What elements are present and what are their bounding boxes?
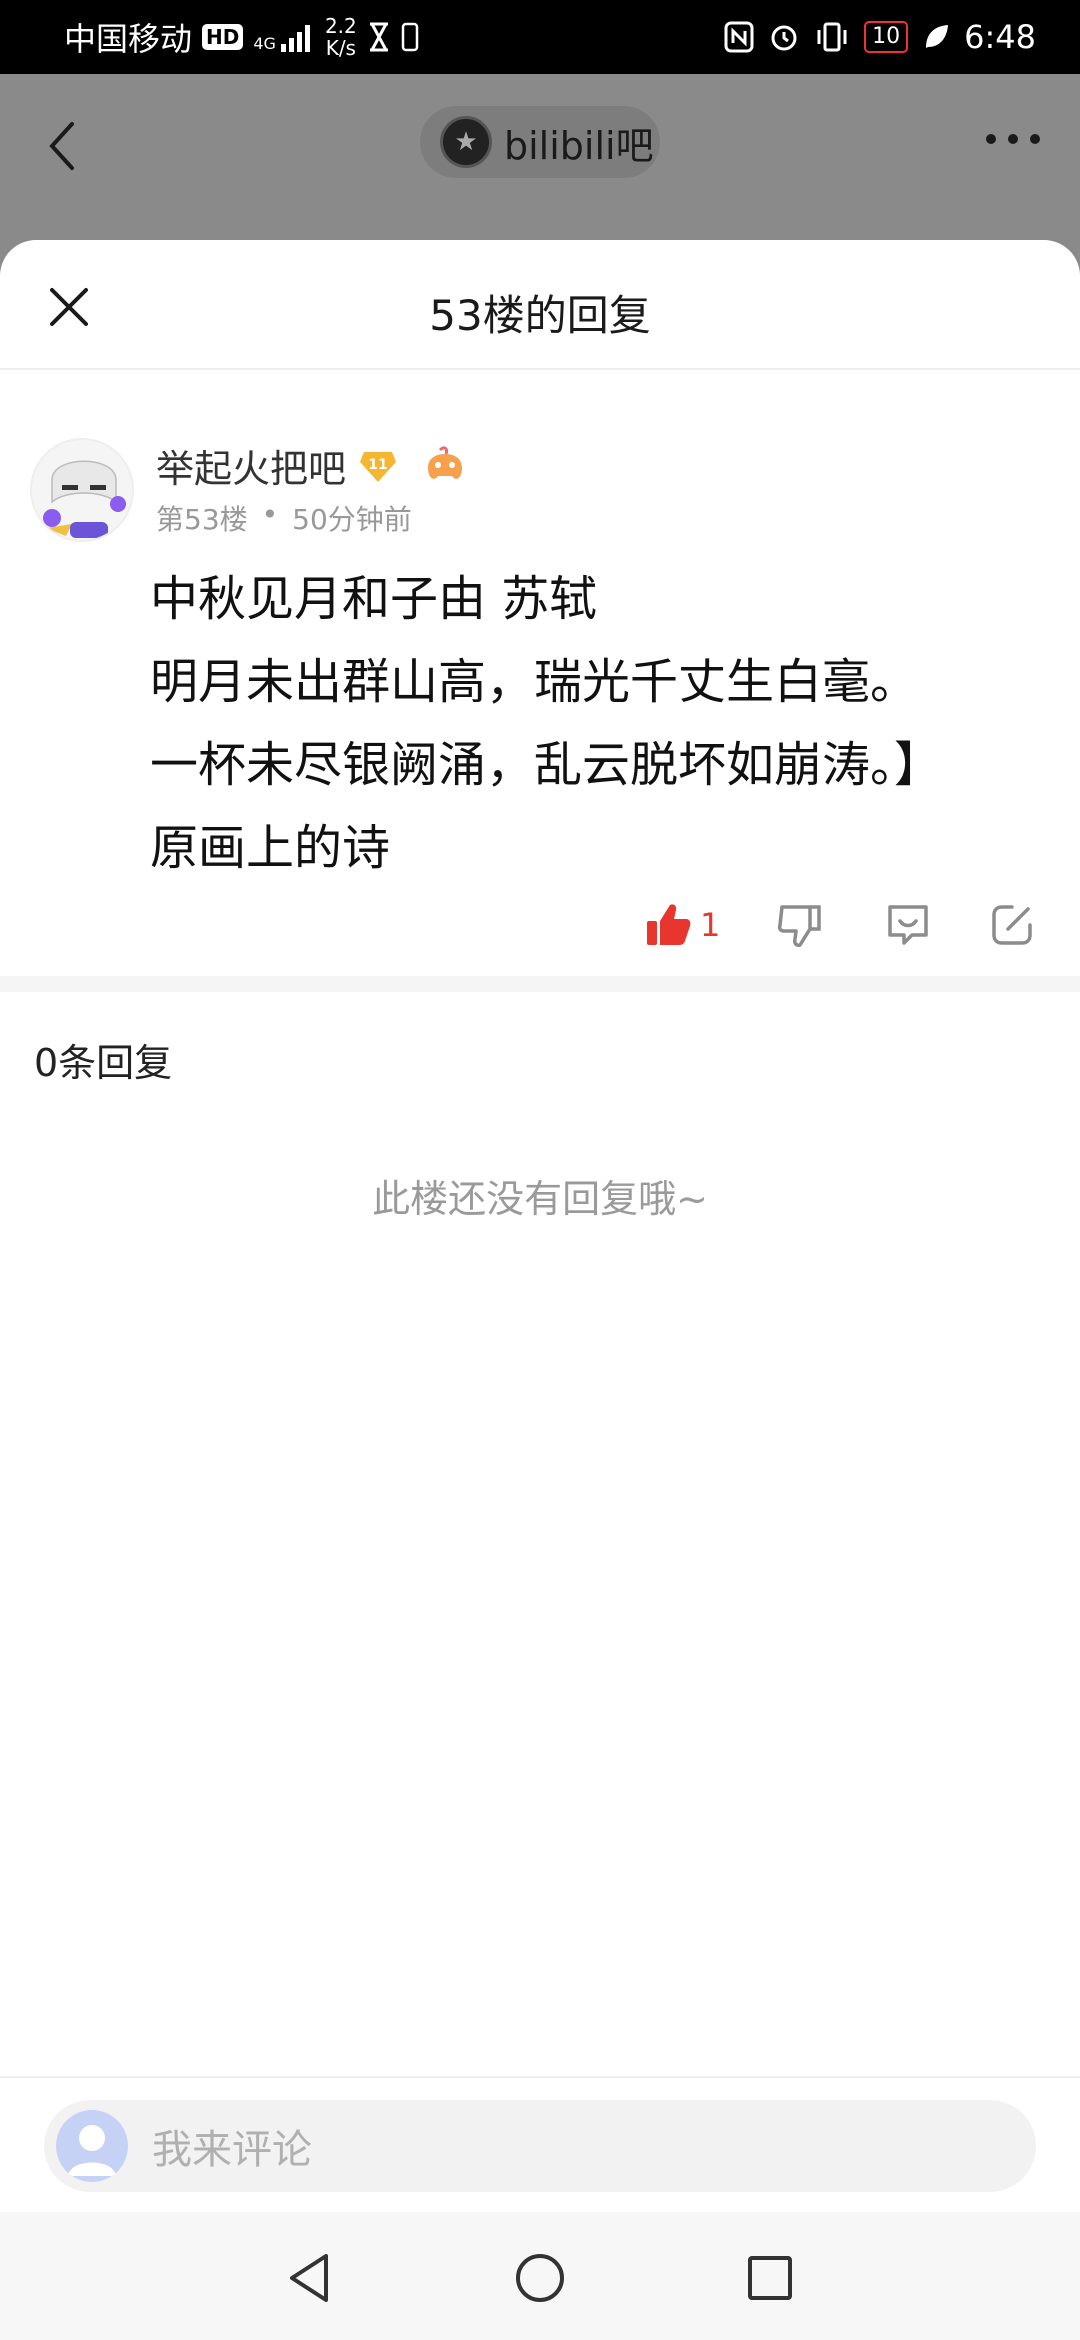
hd-badge: HD — [202, 24, 244, 50]
hourglass-icon — [369, 22, 388, 52]
signal-icon — [280, 25, 310, 52]
status-bar: 中国移动 HD 4G 2.2 K/s 10 6:48 — [0, 0, 1080, 74]
level-badge-icon: 11 — [360, 451, 397, 482]
like-button[interactable]: 1 — [644, 890, 720, 960]
carrier-label: 中国移动 — [64, 20, 193, 58]
post-content: 中秋见月和子由 苏轼 明月未出群山高，瑞光千丈生白毫。 一杯未尽银阙涌，乱云脱坏… — [150, 571, 943, 876]
reply-button[interactable] — [884, 890, 932, 960]
reply-sheet: 53楼的回复 举起火把吧 11 第53楼 • 50分钟前 中秋见月和子由 苏轼 … — [0, 240, 1080, 2340]
status-left: 中国移动 HD 4G 2.2 K/s — [64, 14, 419, 60]
reply-icon — [888, 905, 928, 945]
signal-network: 4G — [253, 22, 315, 52]
game-badge-icon — [428, 445, 463, 479]
avatar-illustration — [43, 460, 126, 538]
dislike-icon — [777, 905, 821, 947]
section-divider — [0, 976, 1080, 992]
power-saving-leaf-icon — [926, 25, 949, 48]
empty-replies-text: 此楼还没有回复哦~ — [372, 1177, 708, 1221]
nfc-icon — [724, 21, 754, 53]
vibrate-icon — [817, 22, 847, 52]
comment-placeholder: 我来评论 — [152, 2127, 312, 2173]
net-speed-unit: K/s — [325, 36, 356, 60]
forum-avatar-icon: ★ — [440, 116, 492, 168]
network-type-label: 4G — [253, 34, 276, 53]
status-right: 10 6:48 — [724, 14, 1036, 60]
sheet-title: 53楼的回复 — [429, 291, 651, 340]
nav-home-icon[interactable] — [508, 2246, 572, 2310]
nav-back-icon[interactable] — [278, 2246, 342, 2310]
comment-bar: 我来评论 — [0, 2076, 1080, 2212]
alarm-icon — [771, 25, 797, 51]
back-icon[interactable] — [42, 116, 82, 176]
like-count: 1 — [700, 906, 721, 944]
level-badge-text: 11 — [368, 457, 387, 473]
net-speed-value: 2.2 — [324, 14, 357, 38]
post-meta: 第53楼 • 50分钟前 — [156, 498, 412, 538]
app-root: 中国移动 HD 4G 2.2 K/s 10 6:48 ★ bilibili吧 5… — [0, 0, 1080, 2340]
username-row: 举起火把吧 11 — [156, 438, 468, 493]
username[interactable]: 举起火把吧 — [156, 438, 346, 493]
post-actions: 1 — [0, 890, 1080, 960]
battery-indicator: 10 — [864, 21, 909, 53]
more-icon[interactable] — [986, 114, 1040, 144]
background-header: ★ bilibili吧 — [0, 74, 1080, 240]
meta-separator: • — [261, 498, 279, 531]
reply-count: 0条回复 — [34, 1041, 173, 1085]
forum-name: bilibili吧 — [504, 123, 654, 168]
avatar[interactable] — [30, 438, 134, 542]
like-icon — [647, 904, 691, 945]
comment-input[interactable]: 我来评论 — [44, 2100, 1036, 2192]
user-silhouette-icon — [68, 2125, 116, 2176]
floor-number: 第53楼 — [156, 503, 248, 536]
nav-recents-icon[interactable] — [738, 2246, 802, 2310]
share-button[interactable] — [988, 890, 1036, 960]
post-time: 50分钟前 — [292, 503, 412, 536]
clock-time: 6:48 — [964, 18, 1036, 56]
system-nav-bar — [0, 2212, 1080, 2340]
net-speed: 2.2 K/s — [325, 15, 357, 59]
floor-post: 举起火把吧 11 第53楼 • 50分钟前 中秋见月和子由 苏轼 明月未出群山高… — [0, 370, 1080, 976]
phone-icon — [401, 22, 418, 52]
sheet-header: 53楼的回复 — [0, 240, 1080, 370]
share-icon — [992, 905, 1032, 945]
dislike-button[interactable] — [776, 890, 824, 960]
forum-pill[interactable]: ★ bilibili吧 — [420, 106, 660, 178]
user-avatar-icon — [56, 2110, 128, 2182]
